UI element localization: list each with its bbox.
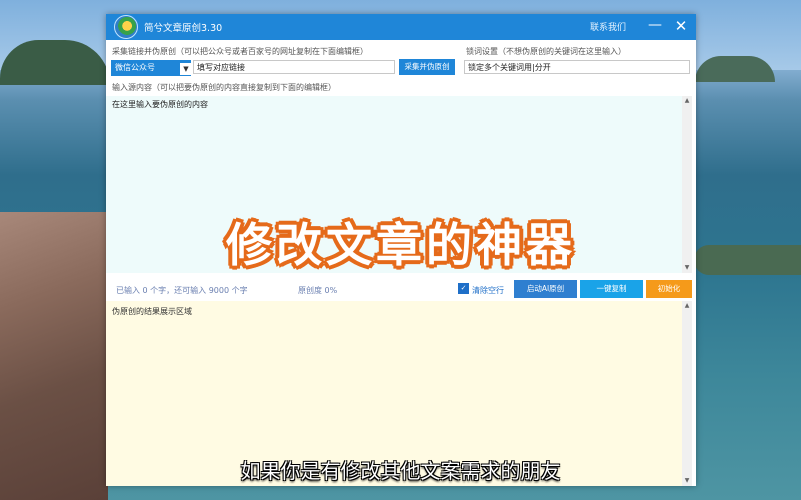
- title-bar[interactable]: 简兮文章原创3.30 联系我们 — ✕: [106, 14, 696, 40]
- source-label: 输入源内容（可以把要伪原创的内容直接复制到下面的编辑框）: [112, 83, 336, 92]
- scroll-down-icon[interactable]: ▼: [682, 263, 692, 273]
- keyword-lock-label: 锁词设置（不想伪原创的关键词在这里输入）: [466, 47, 626, 56]
- video-subtitle: 如果你是有修改其他文案需求的朋友: [240, 459, 561, 483]
- island-right: [695, 56, 775, 82]
- source-type-select[interactable]: 微信公众号 ▼: [111, 60, 192, 76]
- window-title: 简兮文章原创3.30: [144, 23, 223, 34]
- banner-caption: 修改文章的神器: [226, 218, 576, 272]
- url-input[interactable]: 填写对应链接: [193, 60, 395, 74]
- keyword-lock-input[interactable]: 锁定多个关键词用|分开: [464, 60, 690, 74]
- scroll-up-icon[interactable]: ▲: [682, 96, 692, 106]
- source-type-value: 微信公众号: [115, 63, 155, 72]
- close-button[interactable]: ✕: [670, 15, 692, 37]
- source-scrollbar[interactable]: ▲ ▼: [682, 96, 692, 273]
- initialize-button[interactable]: 初始化: [646, 280, 692, 298]
- minimize-button[interactable]: —: [644, 16, 666, 38]
- char-count-text: 已输入 0 个字，还可输入 9000 个字: [116, 286, 248, 295]
- clear-blank-label: 清除空行: [472, 286, 504, 295]
- chevron-down-icon[interactable]: ▼: [180, 63, 192, 75]
- contact-us-link[interactable]: 联系我们: [590, 20, 626, 33]
- rocky-shore-right: [694, 245, 801, 275]
- result-placeholder: 伪原创的结果展示区域: [112, 307, 192, 316]
- originality-text: 原创度 0%: [298, 286, 338, 295]
- app-logo-icon: [114, 15, 138, 39]
- scroll-up-icon[interactable]: ▲: [682, 301, 692, 311]
- source-placeholder: 在这里输入要伪原创的内容: [112, 100, 208, 109]
- collect-label: 采集链接并伪原创（可以把公众号或者百家号的网址复制在下面编辑框）: [112, 47, 368, 56]
- collect-button[interactable]: 采集并伪原创: [399, 59, 455, 75]
